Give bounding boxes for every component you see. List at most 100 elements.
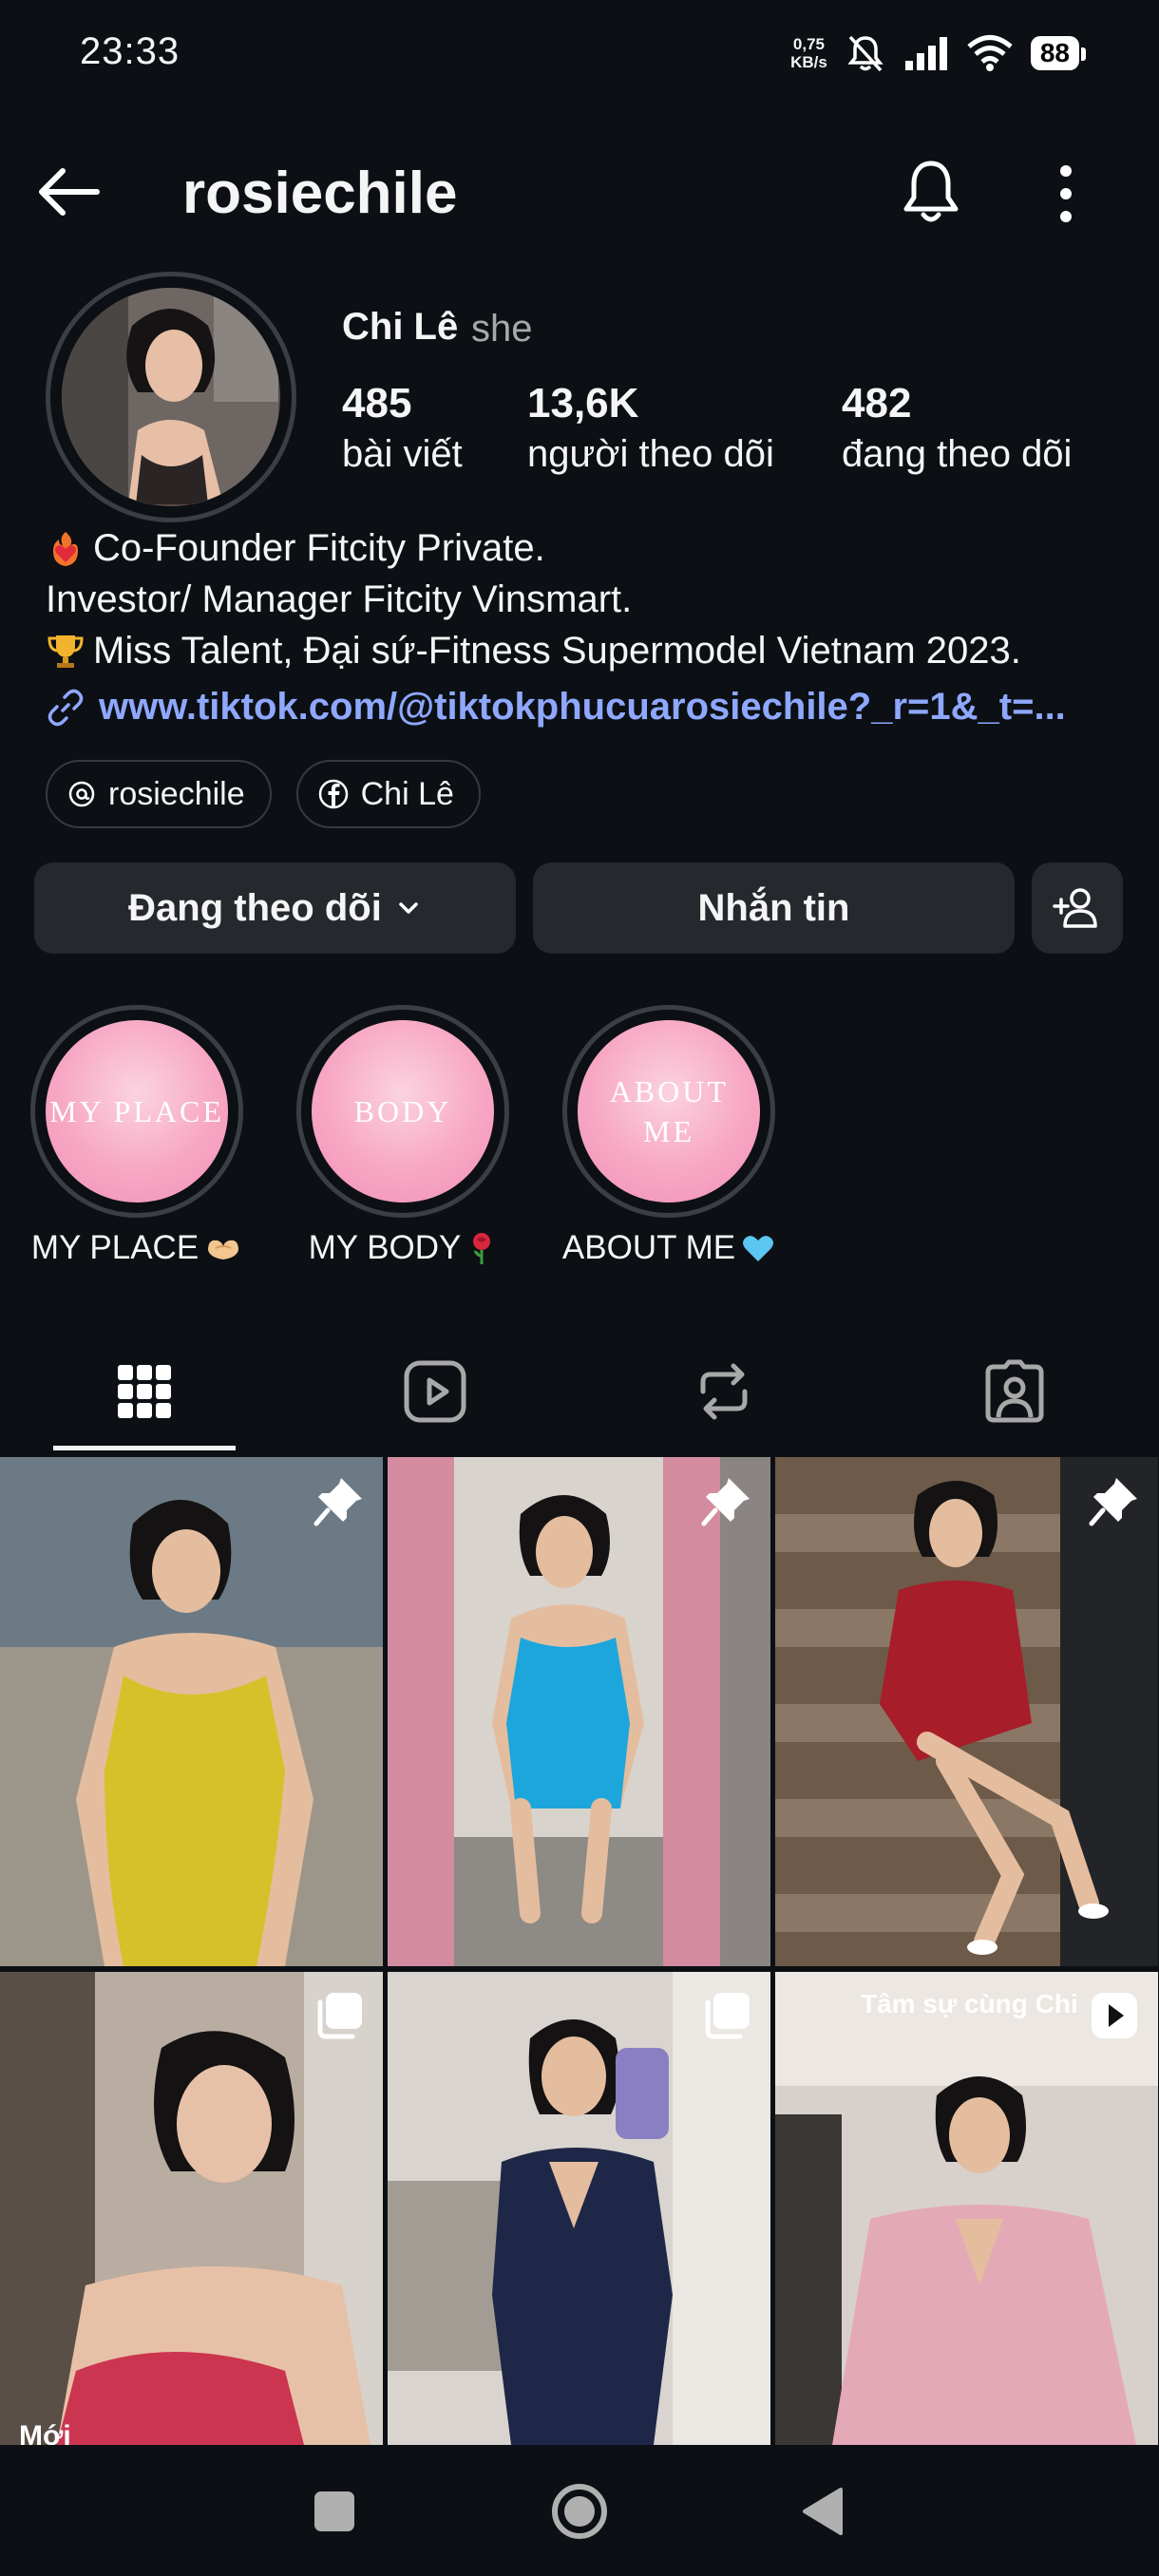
status-bar: 23:33 0,75 KB/s 88 [0, 0, 1159, 106]
trophy-icon [48, 635, 84, 668]
wifi-icon [967, 35, 1013, 71]
recents-button[interactable] [287, 2473, 382, 2549]
highlight-label: MY BODY [279, 1229, 526, 1267]
highlight-about-me[interactable]: ABOUT ME ABOUT ME [545, 1005, 792, 1267]
notifications-button[interactable] [893, 158, 969, 230]
highlight-label-text: ABOUT ME [561, 1229, 736, 1266]
bio-text-3: Miss Talent, Đại sứ-Fitness Supermodel V… [93, 630, 1021, 672]
bio-link[interactable]: www.tiktok.com/@tiktokphucuarosiechile?_… [46, 686, 1129, 729]
post-photo [0, 1972, 383, 2445]
reels-icon [404, 1360, 466, 1423]
signal-icon [904, 37, 947, 70]
highlight-ring: MY PLACE [30, 1005, 243, 1218]
post-photo [388, 1972, 770, 2445]
heart-on-fire-icon [53, 532, 78, 566]
tab-posts-grid[interactable] [49, 1330, 239, 1453]
active-tab-indicator [53, 1446, 236, 1450]
facebook-icon [318, 779, 348, 809]
profile-screen: 23:33 0,75 KB/s 88 rosiechile Chi Lê she… [0, 0, 1159, 2576]
highlight-label-text: MY BODY [308, 1229, 462, 1266]
blue-heart-icon [743, 1236, 774, 1261]
tagged-icon [985, 1359, 1044, 1423]
network-speed-value: 0,75 [792, 35, 826, 53]
highlight-label: MY PLACE [13, 1229, 260, 1267]
link-icon [48, 689, 84, 726]
facebook-badge[interactable]: Chi Lê [295, 760, 481, 828]
facebook-name: Chi Lê [360, 775, 454, 812]
post-tile[interactable] [0, 1457, 383, 1966]
network-speed-unit: KB/s [790, 53, 827, 71]
posts-label: bài viết [342, 433, 463, 475]
carousel-icon [317, 1993, 362, 2039]
back-triangle-icon [803, 2488, 843, 2535]
highlight-cover: ABOUT ME [578, 1020, 760, 1203]
suggest-people-button[interactable] [1032, 862, 1123, 954]
back-nav-button[interactable] [775, 2473, 870, 2549]
following-count: 482 [842, 380, 912, 426]
pronoun: she [471, 308, 533, 350]
following-label: đang theo dõi [842, 433, 1073, 475]
post-tile[interactable] [775, 1457, 1158, 1966]
posts-stat[interactable]: 485 bài viết [342, 380, 463, 476]
rose-icon [473, 1233, 491, 1264]
tab-tagged[interactable] [920, 1330, 1110, 1453]
bio-line: Investor/ Manager Fitcity Vinsmart. [46, 574, 1129, 625]
following-button[interactable]: Đang theo dõi [34, 862, 516, 954]
add-person-icon [1053, 888, 1097, 928]
posts-count: 485 [342, 380, 412, 426]
post-photo [775, 1972, 1158, 2445]
post-tile[interactable]: Tâm sự cùng Chi [775, 1972, 1158, 2445]
followers-stat[interactable]: 13,6K người theo dõi [527, 380, 774, 476]
profile-avatar-ring[interactable] [46, 272, 296, 522]
system-navigation-bar [0, 2445, 1159, 2576]
post-photo [775, 1457, 1158, 1966]
threads-icon [68, 781, 95, 807]
status-icons: 0,75 KB/s 88 [790, 27, 1087, 80]
message-button[interactable]: Nhắn tin [533, 862, 1015, 954]
post-tile[interactable] [388, 1457, 770, 1966]
avatar [62, 288, 280, 506]
highlight-my-place[interactable]: MY PLACE MY PLACE [13, 1005, 260, 1267]
mute-bell-icon [847, 35, 884, 72]
threads-badge[interactable]: rosiechile [46, 760, 272, 828]
profile-username: rosiechile [182, 161, 458, 226]
avatar-photo [62, 288, 278, 504]
home-button[interactable] [532, 2473, 627, 2549]
message-button-label: Nhắn tin [697, 886, 850, 929]
home-circle-icon [552, 2484, 607, 2539]
back-arrow-icon [39, 168, 100, 216]
tab-reposts[interactable] [629, 1330, 819, 1453]
recents-square-icon [314, 2491, 354, 2531]
post-photo [0, 1457, 383, 1966]
bell-icon [903, 161, 959, 222]
tab-reels[interactable] [340, 1330, 530, 1453]
battery-indicator: 88 [1030, 36, 1087, 70]
display-name: Chi Lê [342, 306, 459, 348]
back-button[interactable] [34, 161, 103, 222]
threads-handle: rosiechile [108, 775, 245, 812]
highlight-label: ABOUT ME [545, 1229, 792, 1267]
bio-link-text: www.tiktok.com/@tiktokphucuarosiechile?_… [99, 686, 1066, 728]
following-stat[interactable]: 482 đang theo dõi [842, 380, 1072, 476]
highlight-cover: MY PLACE [46, 1020, 228, 1203]
heart-hands-icon [208, 1240, 239, 1260]
status-time: 23:33 [80, 30, 180, 72]
social-links: rosiechile Chi Lê [46, 760, 481, 828]
chevron-down-icon [399, 902, 418, 914]
carousel-icon [705, 1993, 750, 2039]
highlight-ring: BODY [296, 1005, 509, 1218]
more-vertical-icon [1060, 165, 1072, 222]
highlight-ring: ABOUT ME [562, 1005, 775, 1218]
bio-text-2: Investor/ Manager Fitcity Vinsmart. [46, 578, 633, 620]
network-speed: 0,75 KB/s [790, 35, 827, 71]
bio-line: Co-Founder Fitcity Private. [46, 522, 1129, 574]
highlight-label-text: MY PLACE [30, 1229, 200, 1266]
post-tile[interactable]: Mới [0, 1972, 383, 2445]
more-options-button[interactable] [1036, 158, 1096, 230]
post-photo [388, 1457, 770, 1966]
post-tile[interactable] [388, 1972, 770, 2445]
grid-icon [118, 1365, 171, 1418]
profile-header: rosiechile [0, 142, 1159, 241]
highlight-my-body[interactable]: BODY MY BODY [279, 1005, 526, 1267]
bio-text-1: Co-Founder Fitcity Private. [93, 527, 545, 569]
